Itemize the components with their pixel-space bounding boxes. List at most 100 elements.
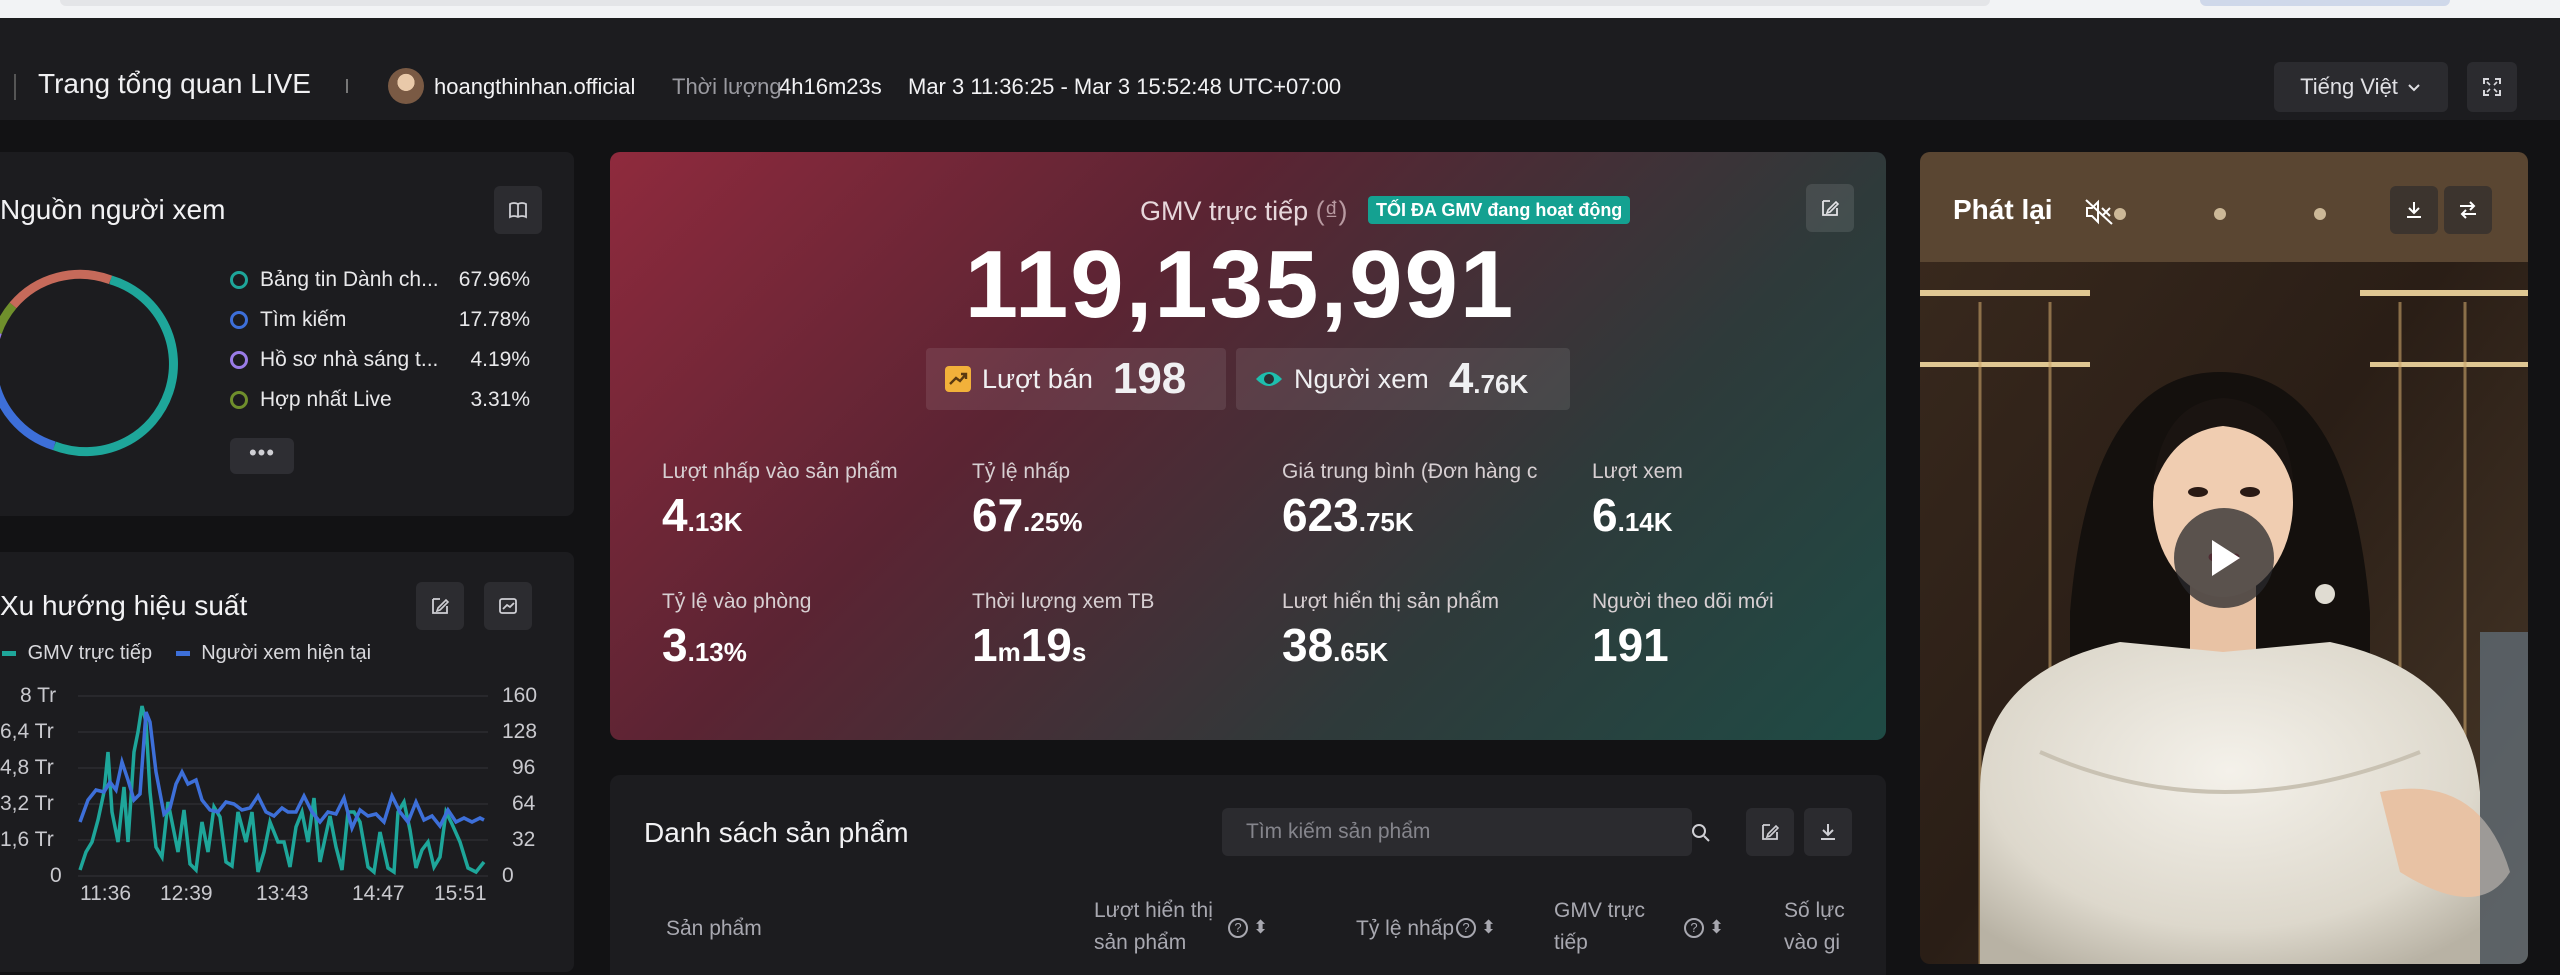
chart-view-button[interactable] (484, 582, 532, 630)
help-icon[interactable]: ? (1684, 918, 1704, 939)
help-icon[interactable]: ? (1228, 918, 1248, 939)
y-tick-left: 1,6 Tr (0, 828, 54, 851)
metric-value: 191 (1592, 619, 1669, 671)
edit-icon (1822, 200, 1840, 216)
gmv-title: GMV trực tiếp (₫) (1140, 196, 1347, 227)
col-ctr-help[interactable]: ? ⬍ (1456, 917, 1496, 939)
legend-swatch-viewers (175, 651, 190, 657)
series-viewers-line (78, 711, 485, 834)
fullscreen-icon (2483, 78, 2501, 96)
performance-trend-card: Xu hướng hiệu suất GMV trực tiếp Người x… (0, 552, 574, 972)
export-button[interactable] (1804, 808, 1852, 856)
account-name[interactable]: hoangthinhan.official (434, 74, 635, 100)
y-tick-left: 6,4 Tr (0, 720, 54, 743)
donut-segment-other (9, 269, 113, 309)
legend-dot (230, 391, 248, 409)
avatar[interactable] (388, 68, 424, 104)
y-tick-left: 8 Tr (20, 684, 57, 707)
download-icon (1821, 824, 1835, 840)
trend-up-icon (945, 366, 971, 392)
search-icon[interactable] (1690, 822, 1712, 844)
time-range: Mar 3 11:36:25 - Mar 3 15:52:48 UTC+07:0… (908, 74, 1342, 99)
language-select[interactable]: Tiếng Việt (2274, 62, 2448, 112)
toolbar-button-edge (2200, 0, 2450, 6)
metric-label: Tỷ lệ vào phòng (662, 590, 812, 613)
sort-icon[interactable]: ⬍ (1253, 917, 1268, 937)
edit-columns-button[interactable] (1746, 808, 1794, 856)
col-product[interactable]: Sản phẩm (666, 913, 762, 945)
col-gmv-help[interactable]: ? ⬍ (1684, 917, 1724, 939)
playback-card: Phát lại (1920, 152, 2528, 964)
legend-item: Tìm kiếm 17.78% (230, 306, 530, 336)
duration-value: 4h16m23s (779, 74, 882, 99)
download-video-button[interactable] (2390, 186, 2438, 234)
metric-value: 1m19s (972, 619, 1087, 671)
col-ctr[interactable]: Tỷ lệ nhấp (1356, 913, 1454, 945)
help-icon[interactable]: ? (1456, 918, 1476, 939)
donut-segment-live (0, 302, 17, 334)
edit-metrics-button[interactable] (416, 582, 464, 630)
x-tick: 13:43 (256, 882, 309, 905)
x-tick: 11:36 (80, 882, 131, 905)
dashboard-header: Trang tổng quan LIVE hoangthinhan.offici… (0, 18, 2560, 120)
y-tick-right: 0 (502, 864, 514, 887)
muted-speaker-icon[interactable] (2084, 198, 2114, 231)
y-tick-right: 96 (512, 756, 536, 779)
legend-item: Bảng tin Dành ch... 67.96% (230, 266, 530, 296)
metric-value: 4.13K (662, 489, 743, 541)
sort-icon[interactable]: ⬍ (1481, 917, 1496, 937)
metric-label: Người theo dõi mới (1592, 590, 1774, 613)
col-impressions[interactable]: Lượt hiển thị sản phẩm (1094, 895, 1213, 959)
swap-view-button[interactable] (2444, 186, 2492, 234)
metric-value: 3.13% (662, 619, 747, 671)
guide-button[interactable] (494, 186, 542, 234)
swap-icon (2460, 201, 2476, 219)
sort-icon[interactable]: ⬍ (1709, 917, 1724, 937)
sales-pill: Lượt bán 198 (926, 348, 1226, 410)
more-button[interactable]: ••• (230, 438, 294, 474)
product-search-input[interactable]: Tìm kiếm sản phẩm (1222, 808, 1692, 856)
metric-value: 38.65K (1282, 619, 1389, 671)
x-tick: 12:39 (160, 882, 213, 905)
viewers-value: 4.76K (1448, 354, 1529, 403)
viewer-source-card: Nguồn người xem Bảng tin Dành ch... 67.9… (0, 152, 574, 516)
col-gmv[interactable]: GMV trực tiếp (1554, 895, 1645, 959)
play-button[interactable] (2174, 508, 2274, 608)
header-divider (14, 74, 16, 100)
browser-top-strip (0, 0, 2560, 18)
header-divider (346, 79, 348, 93)
col-clicks[interactable]: Số lực vào gi (1784, 895, 1845, 959)
metric-label: Tỷ lệ nhấp (972, 460, 1071, 483)
edit-icon (432, 598, 450, 614)
book-icon (509, 202, 527, 219)
gmv-currency: (₫) (1315, 196, 1348, 226)
donut-segment-feed (52, 275, 178, 457)
trend-title: Xu hướng hiệu suất (0, 590, 248, 621)
trend-lines (78, 695, 488, 877)
legend-viewers-label: Người xem hiện tại (201, 642, 372, 664)
y-tick-left: 0 (50, 864, 62, 887)
playback-title: Phát lại (1953, 194, 2053, 225)
col-impressions-help[interactable]: ? ⬍ (1228, 917, 1268, 939)
viewers-label: Người xem (1294, 363, 1429, 394)
gmv-summary-card: GMV trực tiếp (₫) TỐI ĐA GMV đang hoạt đ… (610, 152, 1886, 740)
metric-label: Lượt hiển thị sản phẩm (1282, 590, 1499, 613)
sales-label: Lượt bán (982, 363, 1093, 394)
x-tick: 15:51 (434, 882, 487, 905)
y-tick-left: 4,8 Tr (0, 756, 54, 779)
metric-value: 623.75K (1282, 489, 1414, 541)
metric-label: Giá trung bình (Đơn hàng c (1282, 460, 1538, 483)
gmv-title-text: GMV trực tiếp (1140, 196, 1309, 226)
metric-label: Thời lượng xem TB (972, 590, 1155, 613)
legend-item: Hồ sơ nhà sáng t... 4.19% (230, 346, 530, 376)
y-tick-right: 64 (512, 792, 536, 815)
donut-segment-search (0, 384, 56, 451)
legend-dot (230, 271, 248, 289)
edit-gmv-button[interactable] (1806, 184, 1854, 232)
fullscreen-button[interactable] (2467, 62, 2517, 112)
gmv-max-badge: TỐI ĐA GMV đang hoạt động (1368, 196, 1631, 224)
metric-label: Lượt nhấp vào sản phẩm (662, 460, 898, 483)
x-tick: 14:47 (352, 882, 405, 905)
product-list-title: Danh sách sản phẩm (644, 817, 909, 848)
legend-gmv-label: GMV trực tiếp (27, 642, 153, 664)
